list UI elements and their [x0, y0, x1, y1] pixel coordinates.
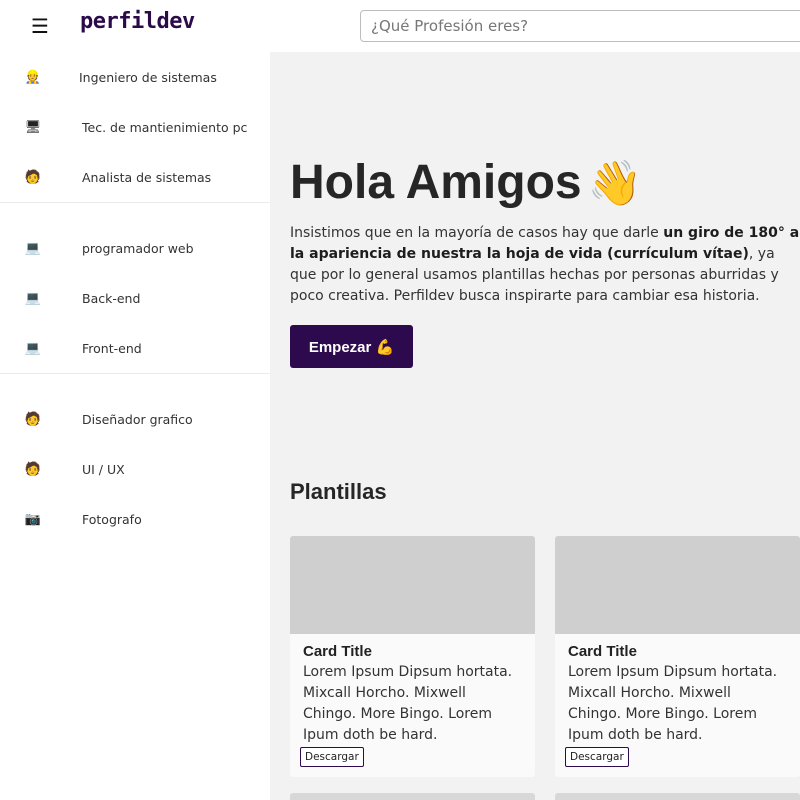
developer-icon: 💻: [24, 340, 42, 356]
card-title: Card Title: [568, 643, 637, 660]
start-button[interactable]: Empezar 💪: [290, 325, 413, 368]
sidebar-item-analista[interactable]: 🧑 Analista de sistemas: [0, 152, 270, 202]
templates-section-title: Plantillas: [290, 479, 387, 504]
top-bar: ☰ perfildev: [0, 0, 800, 52]
sidebar-item-label: programador web: [82, 240, 194, 256]
template-card: Card Title Lorem Ipsum Dipsum hortata. M…: [290, 536, 535, 777]
hero-description: Insistimos que en la mayoría de casos ha…: [290, 223, 800, 307]
sidebar-item-back-end[interactable]: 💻 Back-end: [0, 273, 270, 323]
developer-icon: 💻: [24, 290, 42, 306]
hero-title-text: Hola Amigos: [290, 156, 582, 209]
search-input[interactable]: [360, 10, 800, 42]
template-card-partial: [555, 793, 800, 800]
template-card: Card Title Lorem Ipsum Dipsum hortata. M…: [555, 536, 800, 777]
designer-icon: 🧑: [24, 411, 42, 427]
sidebar-group-systems: 👷 Ingeniero de sistemas 🖥 Tec. de mantie…: [0, 52, 270, 203]
sidebar-item-disenador[interactable]: 🧑 Diseñador grafico: [0, 394, 270, 444]
card-image-placeholder: [290, 536, 535, 634]
hero-text-part1: Insistimos que en la mayoría de casos ha…: [290, 225, 664, 241]
sidebar-item-front-end[interactable]: 💻 Front-end: [0, 323, 270, 373]
sidebar-item-label: UI / UX: [82, 461, 125, 477]
template-card-partial: [290, 793, 535, 800]
developer-icon: 💻: [24, 240, 42, 256]
waving-hand-icon: 👋: [587, 159, 643, 208]
sidebar-item-label: Fotografo: [82, 511, 142, 527]
sidebar-item-label: Front-end: [82, 340, 142, 356]
hero-title: Hola Amigos 👋: [290, 155, 642, 210]
download-button[interactable]: Descargar: [565, 747, 629, 767]
analyst-icon: 🧑: [24, 169, 42, 185]
engineer-icon: 👷: [24, 69, 42, 85]
sidebar: 👷 Ingeniero de sistemas 🖥 Tec. de mantie…: [0, 52, 270, 800]
sidebar-item-label: Diseñador grafico: [82, 411, 193, 427]
sidebar-item-label: Analista de sistemas: [82, 169, 212, 185]
computer-icon: 🖥: [24, 119, 42, 135]
sidebar-item-tecnico[interactable]: 🖥 Tec. de mantienimiento pc: [0, 102, 270, 152]
sidebar-item-label: Ingeniero de sistemas: [79, 69, 217, 85]
sidebar-item-label: Back-end: [82, 290, 141, 306]
sidebar-item-programador-web[interactable]: 💻 programador web: [0, 223, 270, 273]
main-content: Hola Amigos 👋 Insistimos que en la mayorí…: [270, 52, 800, 800]
card-image-placeholder: [555, 536, 800, 634]
sidebar-group-dev: 💻 programador web 💻 Back-end 💻 Front-end: [0, 223, 270, 374]
sidebar-item-fotografo[interactable]: 📷 Fotografo: [0, 494, 270, 544]
download-button[interactable]: Descargar: [300, 747, 364, 767]
camera-icon: 📷: [24, 511, 42, 527]
designer-icon: 🧑: [24, 461, 42, 477]
sidebar-group-design: 🧑 Diseñador grafico 🧑 UI / UX 📷 Fotograf…: [0, 394, 270, 544]
sidebar-item-ui-ux[interactable]: 🧑 UI / UX: [0, 444, 270, 494]
logo[interactable]: perfildev: [80, 9, 195, 34]
card-text: Lorem Ipsum Dipsum hortata. Mixcall Horc…: [303, 664, 513, 743]
card-title: Card Title: [303, 643, 372, 660]
sidebar-item-ingeniero[interactable]: 👷 Ingeniero de sistemas: [0, 52, 270, 102]
sidebar-item-label: Tec. de mantienimiento pc: [82, 119, 248, 135]
card-text: Lorem Ipsum Dipsum hortata. Mixcall Horc…: [568, 664, 778, 743]
hamburger-icon[interactable]: ☰: [24, 11, 56, 41]
